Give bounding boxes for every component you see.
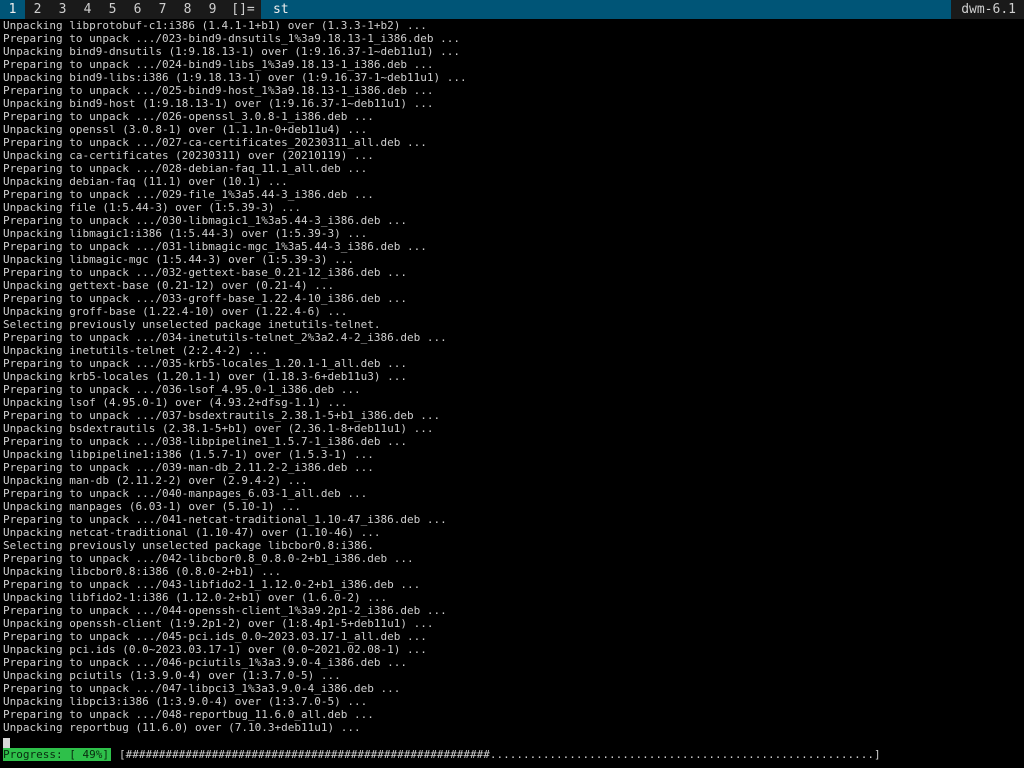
progress-row: Progress: [ 49%] [######################… — [3, 748, 881, 761]
terminal-line: Preparing to unpack .../044-openssh-clie… — [3, 604, 447, 617]
terminal-line: Preparing to unpack .../026-openssl_3.0.… — [3, 110, 374, 123]
terminal-line: Preparing to unpack .../032-gettext-base… — [3, 266, 407, 279]
tag-1[interactable]: 1 — [0, 0, 25, 19]
terminal-line: Selecting previously unselected package … — [3, 539, 374, 552]
layout-symbol[interactable]: []= — [225, 0, 261, 19]
terminal-line: Selecting previously unselected package … — [3, 318, 381, 331]
terminal-line: Preparing to unpack .../033-groff-base_1… — [3, 292, 407, 305]
terminal-line: Preparing to unpack .../043-libfido2-1_1… — [3, 578, 421, 591]
progress-label: Progress: [ 49%] — [3, 748, 111, 761]
terminal-line: Unpacking bind9-libs:i386 (1:9.18.13-1) … — [3, 71, 467, 84]
terminal-line: Preparing to unpack .../027-ca-certifica… — [3, 136, 427, 149]
terminal-output: Unpacking libprotobuf-c1:i386 (1.4.1-1+b… — [3, 19, 1024, 734]
terminal-line: Unpacking libcbor0.8:i386 (0.8.0-2+b1) .… — [3, 565, 282, 578]
terminal-line: Preparing to unpack .../035-krb5-locales… — [3, 357, 407, 370]
tag-6[interactable]: 6 — [125, 0, 150, 19]
terminal-line: Unpacking groff-base (1.22.4-10) over (1… — [3, 305, 348, 318]
terminal-line: Unpacking file (1:5.44-3) over (1:5.39-3… — [3, 201, 302, 214]
terminal-line: Preparing to unpack .../034-inetutils-te… — [3, 331, 447, 344]
tag-7[interactable]: 7 — [150, 0, 175, 19]
terminal-line: Unpacking libpci3:i386 (1:3.9.0-4) over … — [3, 695, 368, 708]
terminal-line: Unpacking manpages (6.03-1) over (5.10-1… — [3, 500, 302, 513]
tag-9[interactable]: 9 — [200, 0, 225, 19]
terminal-line: Unpacking man-db (2.11.2-2) over (2.9.4-… — [3, 474, 308, 487]
terminal-line: Unpacking bind9-host (1:9.18.13-1) over … — [3, 97, 434, 110]
dwm-status-bar: 123456789 []= st dwm-6.1 — [0, 0, 1024, 19]
terminal-line: Unpacking libpipeline1:i386 (1.5.7-1) ov… — [3, 448, 374, 461]
terminal-line: Preparing to unpack .../045-pci.ids_0.0~… — [3, 630, 427, 643]
terminal-line: Unpacking inetutils-telnet (2:2.4-2) ... — [3, 344, 268, 357]
terminal-line: Preparing to unpack .../047-libpci3_1%3a… — [3, 682, 401, 695]
terminal-line: Unpacking ca-certificates (20230311) ove… — [3, 149, 374, 162]
terminal-line: Preparing to unpack .../023-bind9-dnsuti… — [3, 32, 460, 45]
terminal-window[interactable]: Unpacking libprotobuf-c1:i386 (1.4.1-1+b… — [0, 19, 1024, 768]
terminal-line: Preparing to unpack .../048-reportbug_11… — [3, 708, 374, 721]
terminal-line: Preparing to unpack .../024-bind9-libs_1… — [3, 58, 434, 71]
terminal-line: Preparing to unpack .../046-pciutils_1%3… — [3, 656, 407, 669]
terminal-line: Unpacking lsof (4.95.0-1) over (4.93.2+d… — [3, 396, 348, 409]
terminal-line: Preparing to unpack .../038-libpipeline1… — [3, 435, 407, 448]
terminal-line: Unpacking bind9-dnsutils (1:9.18.13-1) o… — [3, 45, 460, 58]
terminal-line: Unpacking reportbug (11.6.0) over (7.10.… — [3, 721, 361, 734]
tag-3[interactable]: 3 — [50, 0, 75, 19]
tag-8[interactable]: 8 — [175, 0, 200, 19]
terminal-line: Unpacking libmagic1:i386 (1:5.44-3) over… — [3, 227, 368, 240]
tag-list: 123456789 — [0, 0, 225, 19]
terminal-line: Preparing to unpack .../029-file_1%3a5.4… — [3, 188, 374, 201]
progress-bar: [#######################################… — [118, 748, 881, 761]
status-text: dwm-6.1 — [951, 0, 1024, 19]
terminal-line: Preparing to unpack .../025-bind9-host_1… — [3, 84, 434, 97]
terminal-line: Unpacking debian-faq (11.1) over (10.1) … — [3, 175, 288, 188]
terminal-line: Preparing to unpack .../028-debian-faq_1… — [3, 162, 368, 175]
terminal-line: Unpacking pci.ids (0.0~2023.03.17-1) ove… — [3, 643, 427, 656]
terminal-line: Preparing to unpack .../041-netcat-tradi… — [3, 513, 447, 526]
terminal-line: Preparing to unpack .../031-libmagic-mgc… — [3, 240, 427, 253]
terminal-line: Unpacking bsdextrautils (2.38.1-5+b1) ov… — [3, 422, 434, 435]
terminal-line: Unpacking libmagic-mgc (1:5.44-3) over (… — [3, 253, 354, 266]
tag-5[interactable]: 5 — [100, 0, 125, 19]
terminal-line: Preparing to unpack .../040-manpages_6.0… — [3, 487, 368, 500]
tag-2[interactable]: 2 — [25, 0, 50, 19]
terminal-line: Unpacking libfido2-1:i386 (1.12.0-2+b1) … — [3, 591, 388, 604]
terminal-line: Preparing to unpack .../039-man-db_2.11.… — [3, 461, 374, 474]
tag-4[interactable]: 4 — [75, 0, 100, 19]
terminal-line: Unpacking pciutils (1:3.9.0-4) over (1:3… — [3, 669, 341, 682]
terminal-line: Unpacking gettext-base (0.21-12) over (0… — [3, 279, 335, 292]
terminal-line: Unpacking openssh-client (1:9.2p1-2) ove… — [3, 617, 434, 630]
terminal-line: Unpacking openssl (3.0.8-1) over (1.1.1n… — [3, 123, 368, 136]
terminal-line: Preparing to unpack .../036-lsof_4.95.0-… — [3, 383, 361, 396]
terminal-line: Unpacking krb5-locales (1.20.1-1) over (… — [3, 370, 407, 383]
terminal-line: Preparing to unpack .../030-libmagic1_1%… — [3, 214, 407, 227]
terminal-line: Preparing to unpack .../037-bsdextrautil… — [3, 409, 441, 422]
terminal-line: Preparing to unpack .../042-libcbor0.8_0… — [3, 552, 414, 565]
window-title[interactable]: st — [261, 0, 952, 19]
terminal-line: Unpacking libprotobuf-c1:i386 (1.4.1-1+b… — [3, 19, 427, 32]
terminal-line: Unpacking netcat-traditional (1.10-47) o… — [3, 526, 381, 539]
